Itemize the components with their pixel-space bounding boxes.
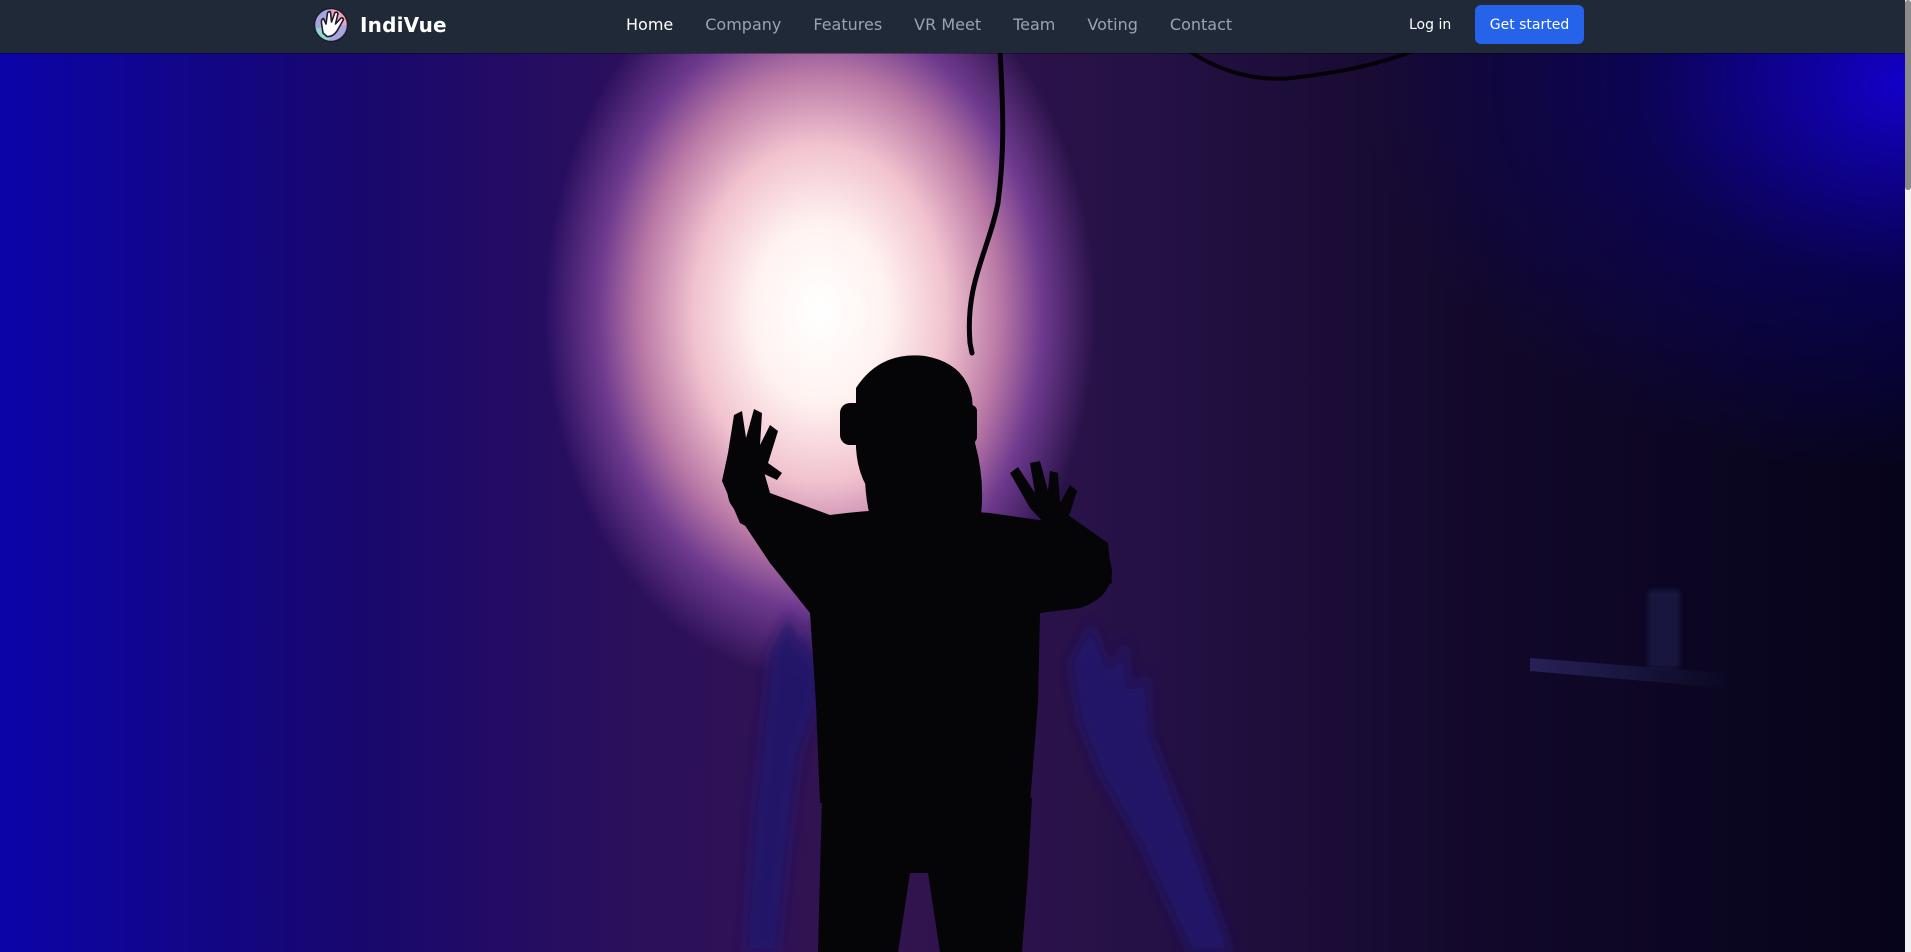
nav-item-contact[interactable]: Contact	[1170, 15, 1232, 34]
scrollbar-thumb[interactable]	[1905, 0, 1911, 190]
nav-item-team[interactable]: Team	[1013, 15, 1055, 34]
nav-item-company[interactable]: Company	[705, 15, 781, 34]
brand-link[interactable]: IndiVue	[313, 6, 447, 44]
nav-item-features[interactable]: Features	[813, 15, 882, 34]
main-nav: Home Company Features VR Meet Team Votin…	[626, 0, 1264, 49]
get-started-button[interactable]: Get started	[1475, 5, 1584, 44]
indivue-hand-logo-icon	[313, 7, 349, 43]
nav-item-vr-meet[interactable]: VR Meet	[914, 15, 981, 34]
nav-item-home[interactable]: Home	[626, 15, 673, 34]
vr-user-silhouette-image	[722, 53, 1725, 952]
scrollbar[interactable]	[1905, 0, 1911, 952]
hero-image	[0, 53, 1905, 952]
login-link[interactable]: Log in	[1409, 0, 1451, 49]
top-navbar: IndiVue Home Company Features VR Meet Te…	[0, 0, 1911, 53]
brand-name: IndiVue	[360, 13, 447, 37]
nav-item-voting[interactable]: Voting	[1087, 15, 1138, 34]
